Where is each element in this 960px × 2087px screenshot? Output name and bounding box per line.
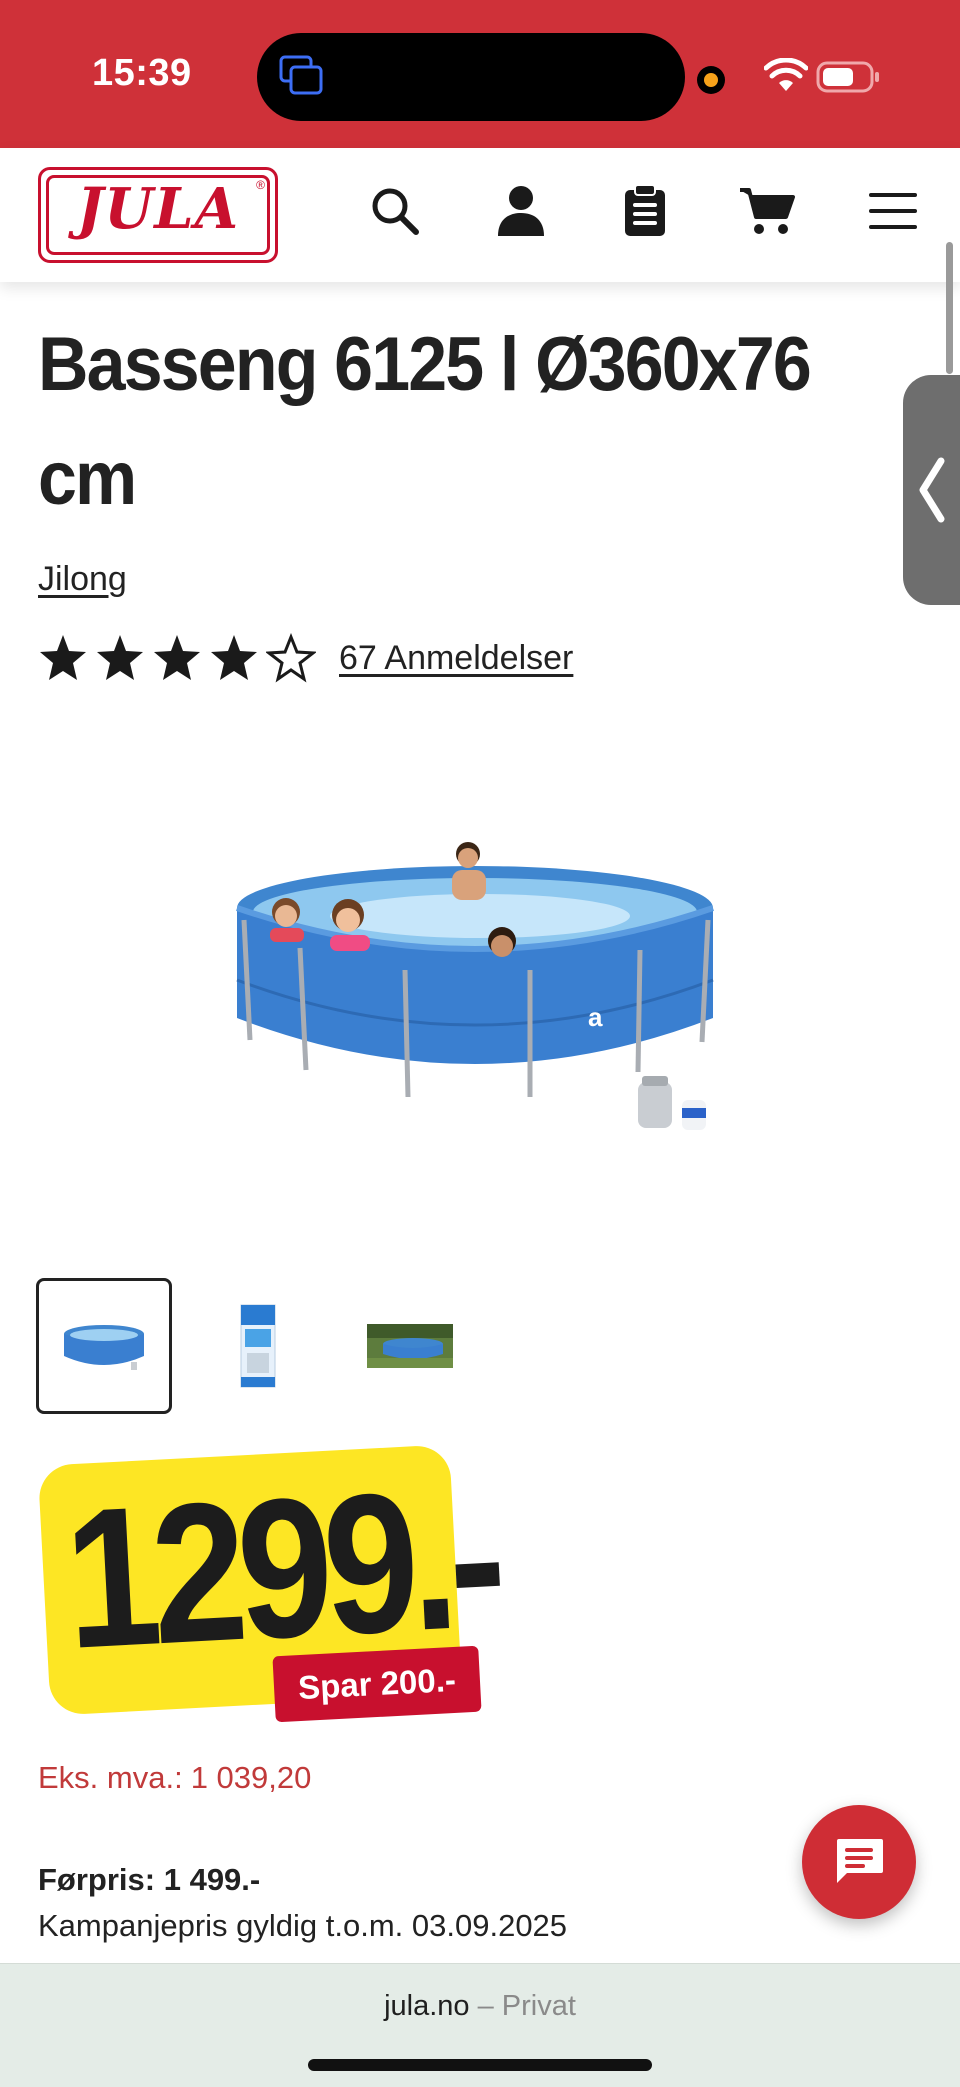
- battery-icon: [816, 61, 879, 93]
- status-bar: 15:39: [0, 0, 960, 148]
- home-indicator[interactable]: [308, 2059, 652, 2071]
- status-time: 15:39: [92, 52, 192, 94]
- product-title: Basseng 6125 l Ø360x76 cm: [38, 322, 812, 521]
- account-icon: [498, 186, 544, 236]
- ex-vat-value: 1 039,20: [190, 1760, 312, 1795]
- save-badge: Spar 200.-: [272, 1645, 482, 1723]
- side-panel-tab[interactable]: [903, 375, 960, 605]
- logo-text: JULA: [76, 176, 240, 242]
- brand-link[interactable]: Jilong: [38, 560, 127, 599]
- site-header: JULA ®: [0, 148, 960, 282]
- screen-mirroring-icon: [279, 55, 323, 95]
- jula-logo[interactable]: JULA ®: [38, 167, 278, 263]
- scrollbar-thumb[interactable]: [946, 242, 953, 374]
- svg-text:a: a: [588, 1002, 603, 1032]
- ex-vat-label: Eks. mva.:: [38, 1760, 183, 1795]
- star-filled-icon: [97, 635, 143, 680]
- thumbnail-pool[interactable]: [36, 1278, 172, 1414]
- search-icon: [372, 188, 419, 235]
- menu-button[interactable]: [864, 180, 922, 242]
- thumbnail-garden[interactable]: [342, 1278, 478, 1414]
- rating[interactable]: 67 Anmeldelser: [38, 630, 573, 686]
- chevron-left-icon: [919, 457, 945, 523]
- dynamic-island: [257, 33, 685, 121]
- cart-icon: [740, 188, 795, 234]
- star-filled-icon: [154, 635, 200, 680]
- menu-icon: [869, 193, 917, 229]
- thumbnail-image: [367, 1324, 453, 1368]
- browsing-mode: Privat: [501, 1990, 576, 2022]
- cart-button[interactable]: [738, 180, 796, 242]
- thumbnail-image: [240, 1304, 276, 1388]
- star-filled-icon: [40, 635, 86, 680]
- chat-button[interactable]: [802, 1805, 916, 1919]
- previous-price: Førpris: 1 499.-: [38, 1862, 261, 1897]
- shopping-list-icon: [625, 184, 665, 236]
- url-separator: –: [469, 1990, 502, 2022]
- browser-address-bar[interactable]: jula.no – Privat: [0, 1963, 960, 2087]
- product-image-pool[interactable]: a: [230, 820, 730, 1150]
- url-domain: jula.no: [384, 1990, 470, 2022]
- star-filled-icon: [211, 635, 257, 680]
- reviews-link[interactable]: 67 Anmeldelser: [339, 639, 573, 678]
- thumbnail-package[interactable]: [190, 1278, 326, 1414]
- logo-registered-mark: ®: [256, 178, 265, 192]
- current-price: 1299.-: [60, 1446, 503, 1690]
- url-label[interactable]: jula.no – Privat: [0, 1990, 960, 2023]
- account-button[interactable]: [492, 180, 550, 242]
- wifi-icon: [764, 58, 808, 91]
- ex-vat-price: Eks. mva.: 1 039,20: [38, 1760, 311, 1796]
- chat-icon: [837, 1839, 883, 1883]
- campaign-validity: Kampanjepris gyldig t.o.m. 03.09.2025: [38, 1908, 568, 1943]
- search-button[interactable]: [366, 180, 424, 242]
- thumbnail-image: [64, 1325, 144, 1370]
- camera-indicator-icon: [697, 66, 725, 94]
- star-empty-icon: [266, 633, 316, 683]
- shopping-list-button[interactable]: [616, 180, 674, 242]
